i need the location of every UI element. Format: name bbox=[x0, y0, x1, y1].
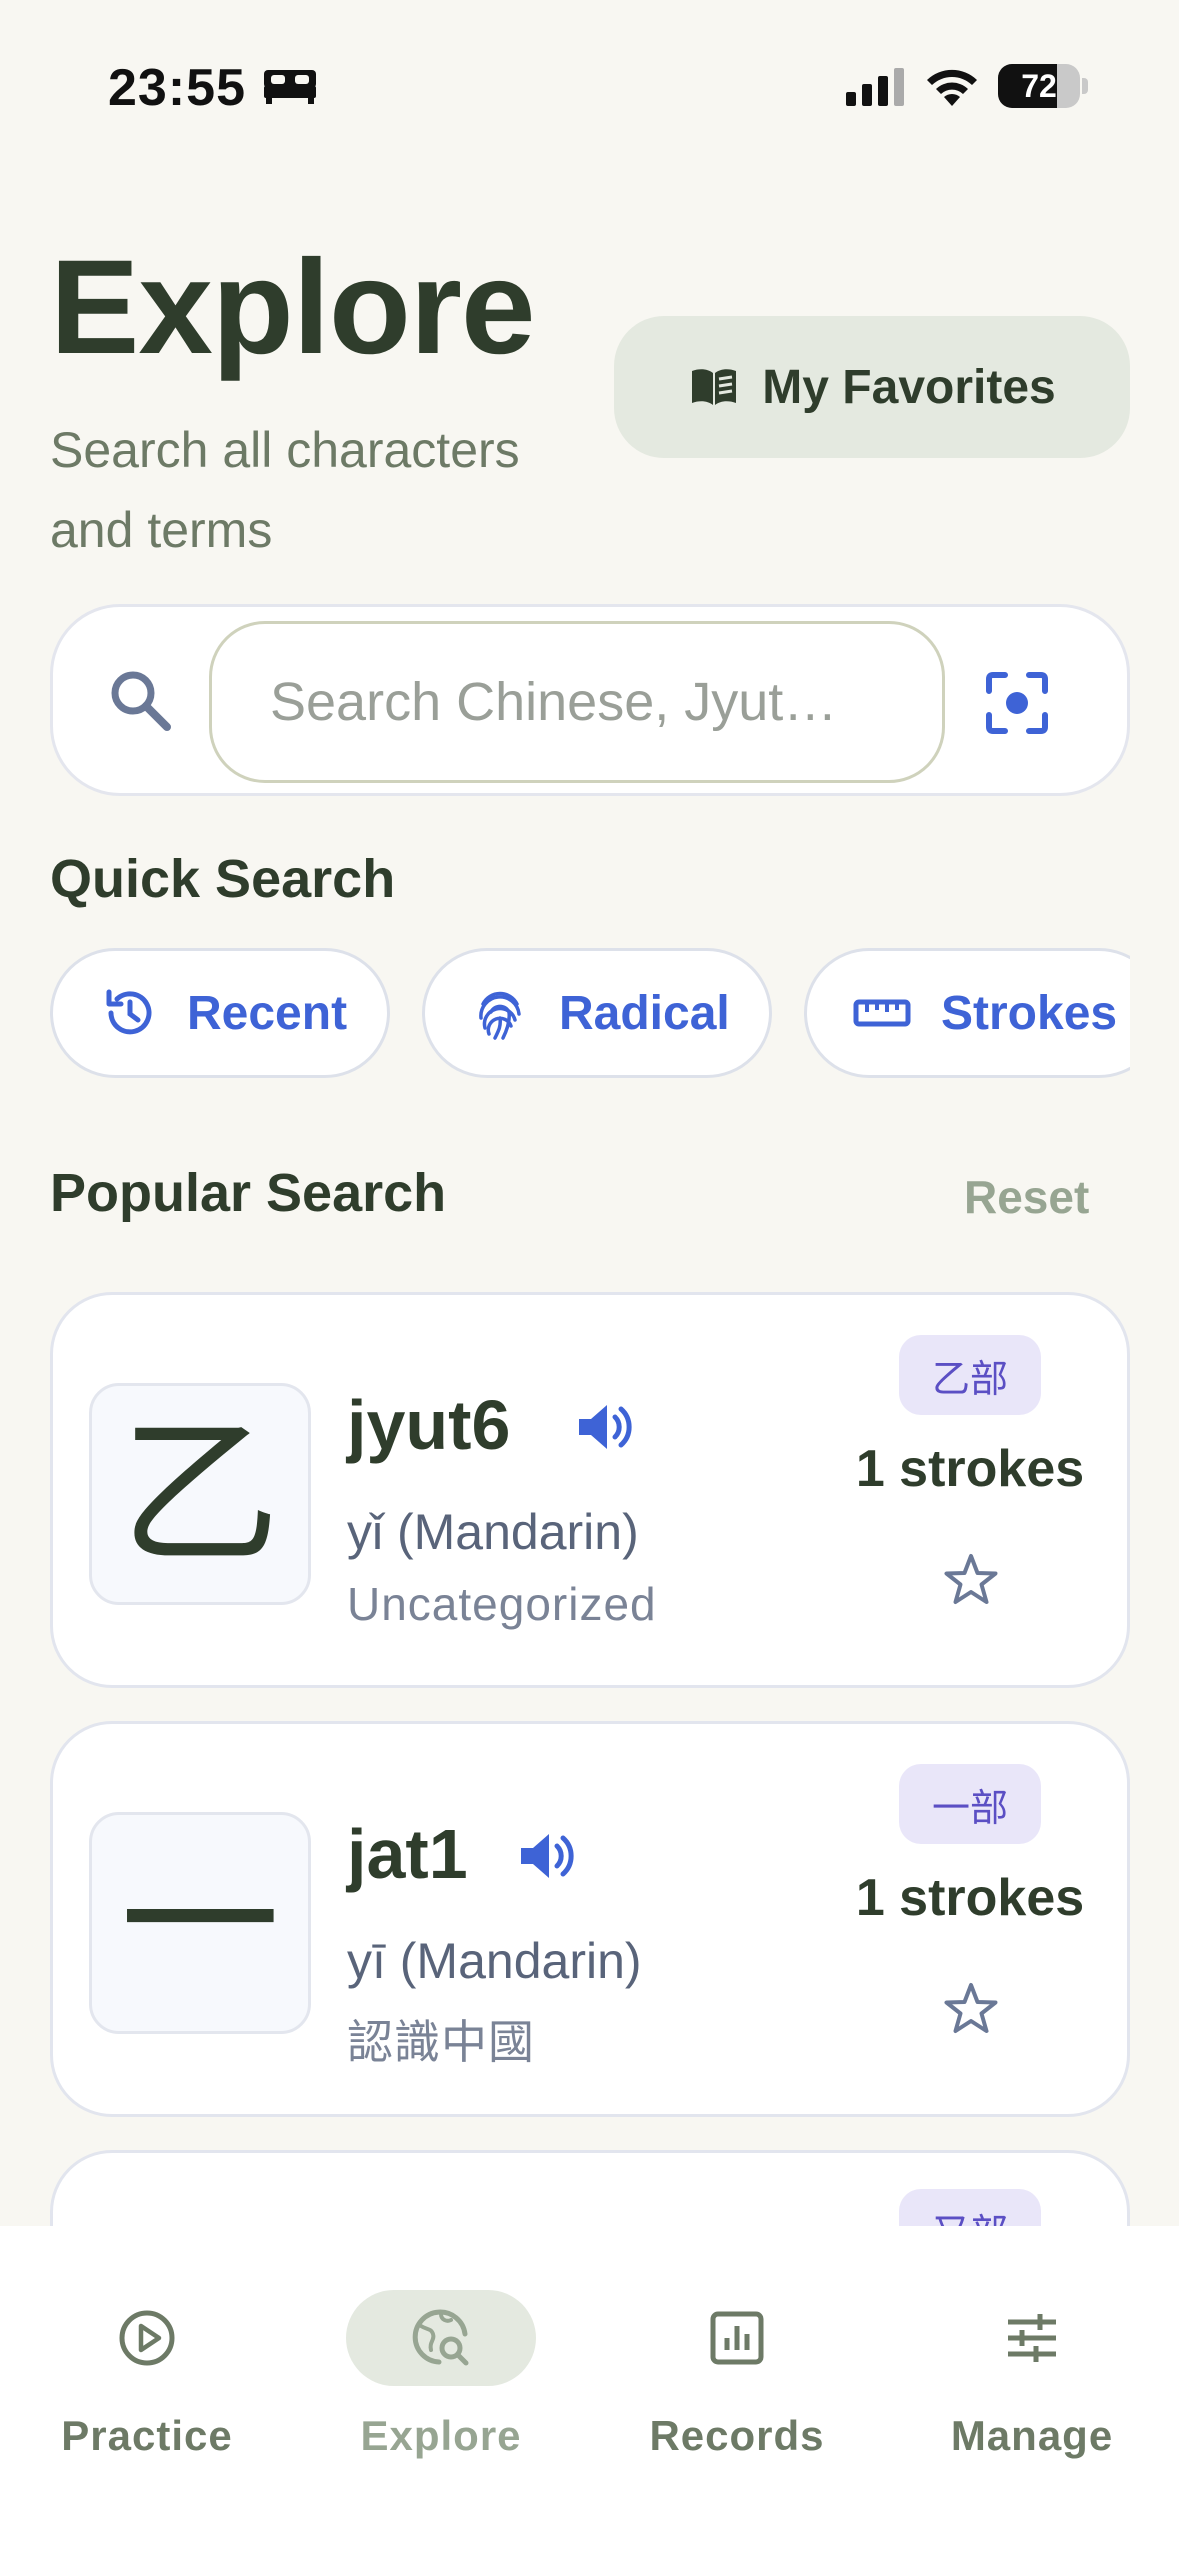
cellular-signal-icon bbox=[846, 68, 904, 106]
speaker-icon[interactable] bbox=[517, 1828, 579, 1884]
tab-explore[interactable]: Explore bbox=[294, 2256, 588, 2459]
tab-explore-label: Explore bbox=[360, 2412, 522, 2459]
mandarin-reading: yī (Mandarin) bbox=[347, 1933, 642, 1989]
my-favorites-label: My Favorites bbox=[762, 360, 1056, 414]
search-bar bbox=[50, 604, 1130, 796]
battery-indicator: 72 bbox=[998, 64, 1080, 108]
page-subtitle: Search all characters and terms bbox=[50, 422, 520, 558]
globe-search-icon bbox=[412, 2309, 469, 2366]
chip-strokes-label: Strokes bbox=[941, 986, 1118, 1040]
tab-manage[interactable]: Manage bbox=[885, 2256, 1179, 2459]
stroke-count: 1 strokes bbox=[855, 1440, 1085, 1498]
bar-chart-icon bbox=[710, 2311, 764, 2365]
star-icon[interactable] bbox=[941, 1551, 1001, 1611]
play-circle-icon bbox=[119, 2310, 175, 2366]
chip-radical[interactable]: Radical bbox=[422, 948, 772, 1078]
book-icon bbox=[692, 369, 737, 405]
mandarin-reading: yǐ (Mandarin) bbox=[347, 1504, 639, 1560]
tab-records[interactable]: Records bbox=[590, 2256, 884, 2459]
sliders-icon bbox=[1008, 2314, 1056, 2362]
character-glyph: 乙 bbox=[119, 1400, 280, 1587]
quick-search-chips: Recent Radical Strokes bbox=[50, 948, 1130, 1080]
category-label: Uncategorized bbox=[347, 1578, 657, 1630]
chip-recent[interactable]: Recent bbox=[50, 948, 390, 1078]
wifi-icon bbox=[927, 69, 977, 106]
jyutping-label: jyut6 bbox=[347, 1386, 511, 1464]
radical-badge: 乙部 bbox=[899, 1335, 1041, 1415]
battery-tip bbox=[1082, 78, 1088, 94]
character-box: 一 bbox=[89, 1812, 311, 2034]
jyutping-label: jat1 bbox=[347, 1815, 468, 1893]
bed-icon bbox=[264, 70, 316, 104]
bottom-nav: Practice Explore Records Manage bbox=[0, 2226, 1179, 2556]
stroke-count: 1 strokes bbox=[855, 1869, 1085, 1927]
quick-search-title: Quick Search bbox=[50, 849, 396, 909]
speaker-icon[interactable] bbox=[575, 1399, 637, 1455]
chip-radical-label: Radical bbox=[559, 986, 730, 1040]
status-time: 23:55 bbox=[108, 59, 246, 117]
popular-search-title: Popular Search bbox=[50, 1163, 447, 1223]
tab-records-label: Records bbox=[649, 2412, 825, 2459]
radical-badge: 一部 bbox=[899, 1764, 1041, 1844]
category-label: 認識中國 bbox=[347, 2016, 535, 2068]
status-bar: 23:55 72 bbox=[0, 0, 1179, 170]
character-box: 乙 bbox=[89, 1383, 311, 1605]
my-favorites-button[interactable]: My Favorites bbox=[614, 316, 1130, 458]
fingerprint-icon bbox=[479, 991, 521, 1040]
tab-practice-label: Practice bbox=[61, 2412, 233, 2459]
star-icon[interactable] bbox=[941, 1980, 1001, 2040]
chip-recent-label: Recent bbox=[187, 986, 348, 1040]
character-glyph: 一 bbox=[119, 1829, 280, 2016]
character-card[interactable]: 一 jat1 yī (Mandarin) 認識中國 一部 1 strokes bbox=[50, 1721, 1130, 2117]
history-icon bbox=[106, 989, 152, 1035]
character-card[interactable]: 乙 jyut6 yǐ (Mandarin) Uncategorized 乙部 1… bbox=[50, 1292, 1130, 1688]
page-title: Explore bbox=[50, 233, 536, 382]
ruler-icon bbox=[853, 999, 911, 1027]
chip-strokes[interactable]: Strokes bbox=[804, 948, 1130, 1078]
battery-percent: 72 bbox=[1021, 68, 1057, 104]
tab-practice[interactable]: Practice bbox=[0, 2256, 294, 2459]
tab-manage-label: Manage bbox=[950, 2412, 1114, 2459]
scan-icon[interactable] bbox=[983, 669, 1051, 737]
reset-link[interactable]: Reset bbox=[964, 1170, 1089, 1224]
search-icon bbox=[111, 671, 171, 731]
search-input[interactable] bbox=[209, 621, 945, 783]
